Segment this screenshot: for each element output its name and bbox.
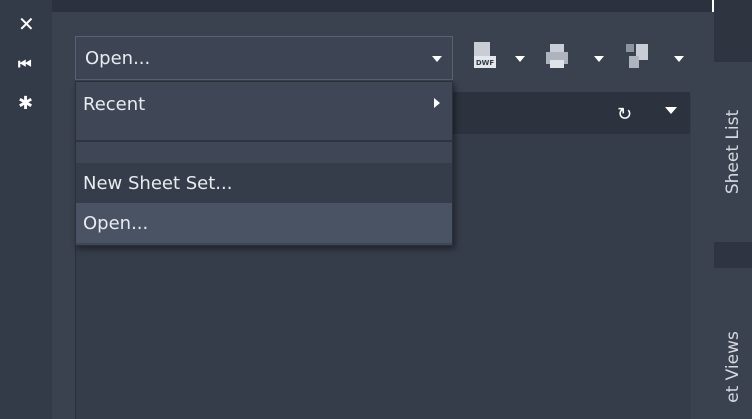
dropdown-menu: Recent New Sheet Set... Open... (75, 81, 453, 246)
tab-sheet-list[interactable]: Sheet List (714, 62, 752, 242)
chevron-down-icon[interactable] (515, 56, 525, 62)
menu-item-open-label: Open... (83, 212, 149, 234)
menu-item-new-sheet-set[interactable]: New Sheet Set... (76, 163, 452, 203)
publish-dwf-icon[interactable]: DWF (470, 40, 500, 72)
print-icon[interactable] (543, 40, 573, 72)
dwf-label: DWF (476, 59, 495, 67)
chevron-down-icon[interactable] (674, 56, 684, 62)
chevron-down-icon[interactable] (594, 56, 604, 62)
tab-sheet-list-label: Sheet List (723, 109, 743, 195)
chevron-down-icon[interactable] (665, 107, 677, 114)
sheet-set-dropdown-value: Open... (85, 47, 151, 69)
menu-item-new-sheet-set-label: New Sheet Set... (83, 172, 233, 194)
sheet-set-dropdown[interactable]: Open... (75, 36, 453, 80)
tab-sheet-views-label: et Views (723, 331, 744, 403)
sheet-icon[interactable] (623, 40, 653, 72)
tab-sheet-views[interactable]: et Views (714, 268, 752, 419)
chevron-right-icon (434, 98, 440, 108)
side-toolbar: ✕ ⏮ ✱ (0, 0, 52, 419)
close-icon[interactable]: ✕ (0, 10, 52, 38)
auto-hide-icon[interactable]: ⏮ (0, 50, 52, 78)
menu-item-recent-label: Recent (83, 93, 146, 115)
menu-item-open[interactable]: Open... (76, 203, 452, 243)
settings-icon[interactable]: ✱ (0, 89, 52, 117)
refresh-icon[interactable]: ↻ (617, 104, 632, 125)
menu-item-recent[interactable]: Recent (76, 84, 452, 124)
panel-top-edge (52, 0, 712, 12)
menu-separator (76, 140, 452, 142)
chevron-down-icon (432, 56, 442, 62)
